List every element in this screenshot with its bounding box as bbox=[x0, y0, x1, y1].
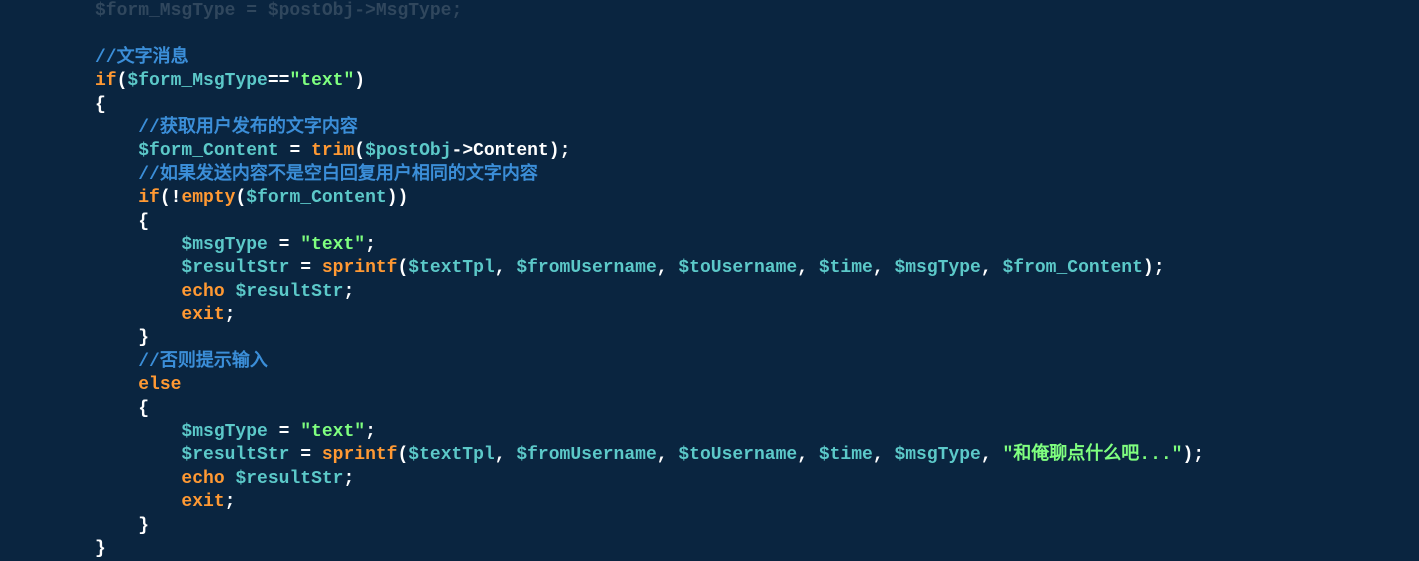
code-line: $form_MsgType = $postObj->MsgType; bbox=[95, 1, 462, 21]
comment-line: //否则提示输入 bbox=[138, 352, 268, 372]
keyword-exit: exit bbox=[181, 305, 224, 325]
keyword-if: if bbox=[95, 71, 117, 91]
code-block: $form_MsgType = $postObj->MsgType; //文字消… bbox=[0, 0, 1419, 561]
comment-line: //如果发送内容不是空白回复用户相同的文字内容 bbox=[138, 165, 538, 185]
keyword-echo: echo bbox=[181, 469, 224, 489]
keyword-else: else bbox=[138, 375, 181, 395]
keyword-exit: exit bbox=[181, 492, 224, 512]
comment-line: //获取用户发布的文字内容 bbox=[138, 118, 358, 138]
keyword-if: if bbox=[138, 188, 160, 208]
keyword-echo: echo bbox=[181, 282, 224, 302]
comment-line: //文字消息 bbox=[95, 48, 189, 68]
